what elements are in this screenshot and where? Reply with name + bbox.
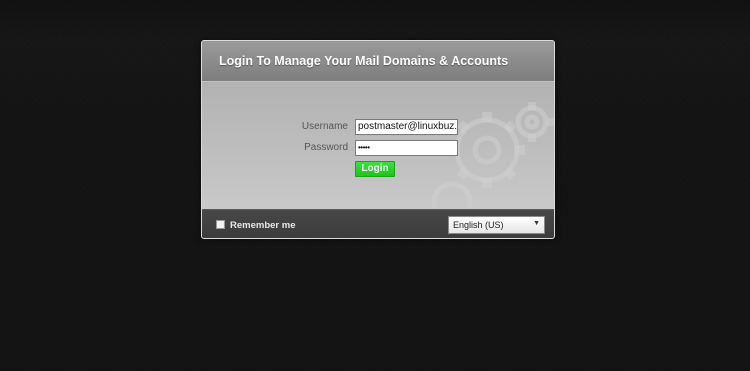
password-input[interactable]: ••••• (355, 140, 458, 156)
remember-me-checkbox[interactable] (216, 220, 225, 229)
login-panel: Login To Manage Your Mail Domains & Acco… (201, 40, 555, 239)
login-page: { "header": { "title": "Login To Manage … (0, 0, 750, 371)
login-form: Username postmaster@linuxbuz.c Password … (202, 82, 554, 209)
language-select[interactable]: English (US) ▼ (448, 216, 545, 234)
username-row: Username postmaster@linuxbuz.c (202, 119, 554, 135)
page-title: Login To Manage Your Mail Domains & Acco… (219, 54, 509, 68)
login-footer: Remember me English (US) ▼ (202, 209, 554, 238)
login-button[interactable]: Login (355, 161, 395, 177)
password-row: Password ••••• (202, 140, 554, 156)
chevron-down-icon: ▼ (533, 220, 540, 227)
remember-me-label[interactable]: Remember me (230, 220, 295, 231)
password-label: Password (304, 142, 348, 153)
username-label: Username (301, 121, 348, 132)
login-header: Login To Manage Your Mail Domains & Acco… (202, 41, 554, 82)
username-input[interactable]: postmaster@linuxbuz.c (355, 119, 458, 135)
language-value: English (US) (453, 220, 504, 230)
